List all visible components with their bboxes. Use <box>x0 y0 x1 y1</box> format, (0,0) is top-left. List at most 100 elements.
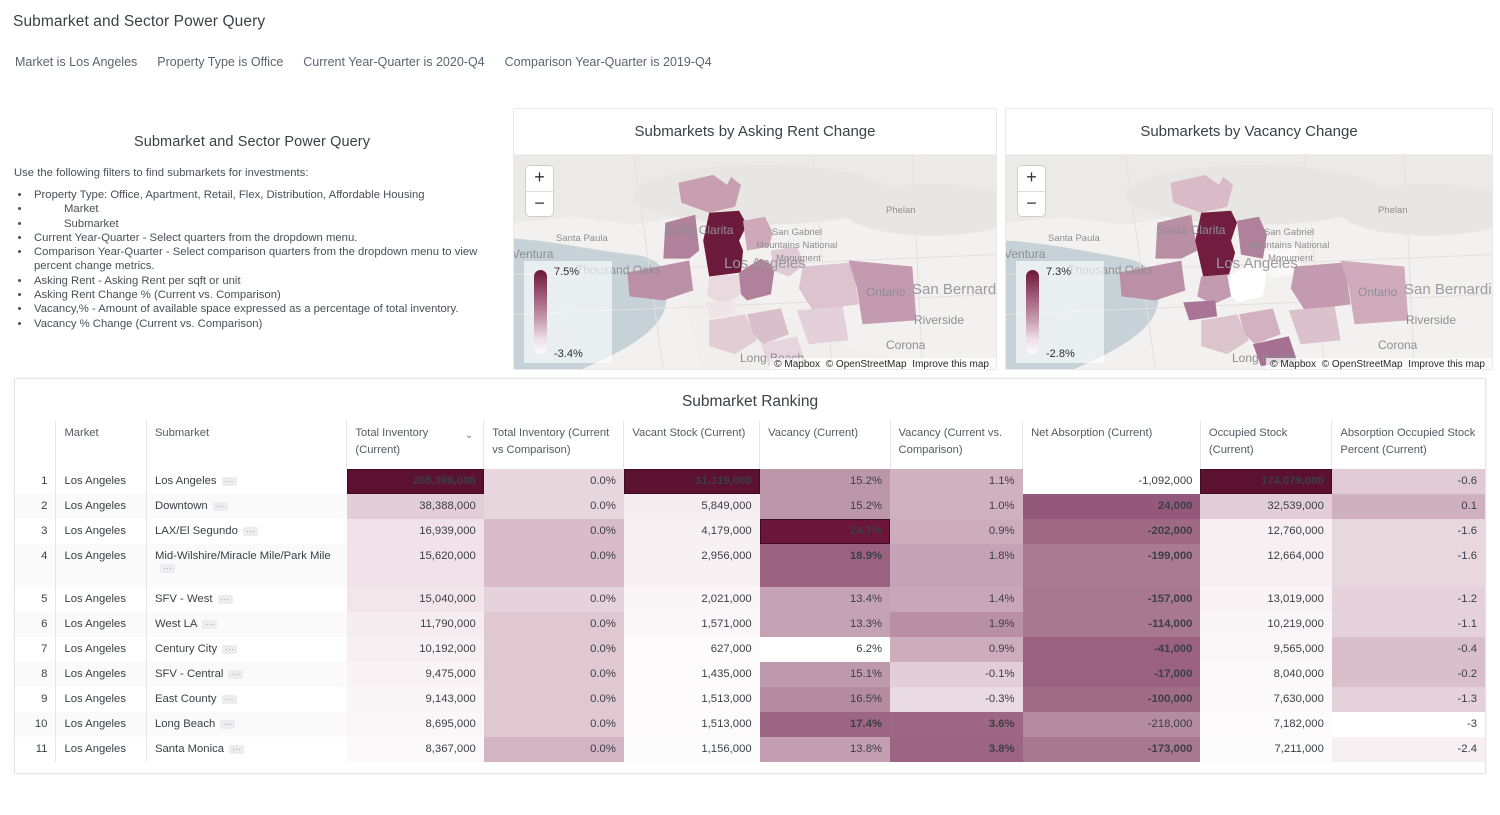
column-header-index <box>15 421 56 469</box>
cell-total-inventory-change: 0.0% <box>483 469 624 494</box>
row-index: 5 <box>41 593 48 605</box>
row-menu-ellipsis-icon[interactable]: ··· <box>222 644 238 654</box>
map-zoom-controls[interactable]: + − <box>526 166 553 216</box>
zoom-out-button[interactable]: − <box>1018 191 1045 216</box>
row-menu-ellipsis-icon[interactable]: ··· <box>228 669 244 679</box>
cell-submarket[interactable]: Long Beach ··· <box>145 712 347 737</box>
list-item: Market <box>31 202 490 216</box>
chevron-down-icon[interactable]: ⌄ <box>465 427 473 444</box>
table-row[interactable]: 1 Los Angeles Los Angeles ··· 205,398,000… <box>15 469 1485 494</box>
cell-occupied-stock-current: 12,760,000 <box>1200 519 1332 544</box>
cell-submarket[interactable]: Los Angeles ··· <box>145 469 347 494</box>
map-canvas[interactable]: Los Angeles Santa Clarita Thousand Oaks … <box>1006 155 1492 369</box>
cell-submarket[interactable]: SFV - Central ··· <box>145 662 347 687</box>
table-row[interactable]: 3 Los Angeles LAX/El Segundo ··· 16,939,0… <box>15 519 1485 544</box>
cell-total-inventory-change: 0.0% <box>483 737 624 762</box>
row-menu-ellipsis-icon[interactable]: ··· <box>229 744 245 754</box>
cell-vacancy-current: 17.4% <box>759 712 891 737</box>
list-item: Property Type: Office, Apartment, Retail… <box>31 188 490 202</box>
table-row[interactable]: 10 Los Angeles Long Beach ··· 8,695,000 0… <box>15 712 1485 737</box>
map-canvas[interactable]: Los Angeles Santa Clarita Thousand Oaks … <box>514 155 996 369</box>
cell-submarket[interactable]: Mid-Wilshire/Miracle Mile/Park Mile··· <box>145 544 347 587</box>
attribution-openstreetmap[interactable]: © OpenStreetMap <box>1322 359 1403 369</box>
cell-total-inventory-current: 9,475,000 <box>346 662 484 687</box>
description-bullet-list: Property Type: Office, Apartment, Retail… <box>14 188 490 331</box>
table-row[interactable]: 8 Los Angeles SFV - Central ··· 9,475,000… <box>15 662 1485 687</box>
map-zoom-controls[interactable]: + − <box>1018 166 1045 216</box>
cell-occupied-stock-current: 7,211,000 <box>1200 737 1332 762</box>
map-attribution[interactable]: © Mapbox © OpenStreetMap Improve this ma… <box>1266 358 1492 369</box>
cell-total-inventory-change: 0.0% <box>483 637 624 662</box>
table-row[interactable]: 6 Los Angeles West LA ··· 11,790,000 0.0%… <box>15 612 1485 637</box>
cell-net-absorption-current: -17,000 <box>1022 662 1201 687</box>
column-header-total-inventory-current[interactable]: Total Inventory (Current) ⌄ <box>346 421 484 469</box>
filter-chip-property-type[interactable]: Property Type is Office <box>155 54 285 70</box>
row-menu-ellipsis-icon[interactable]: ··· <box>217 594 233 604</box>
column-header-vacancy-change[interactable]: Vacancy (Current vs. Comparison) <box>889 421 1023 469</box>
cell-net-absorption-current: -41,000 <box>1022 637 1201 662</box>
column-header-submarket[interactable]: Submarket <box>145 421 347 469</box>
list-item: Comparison Year-Quarter - Select compari… <box>31 245 490 274</box>
cell-net-absorption-current: 24,000 <box>1022 494 1201 519</box>
cell-submarket[interactable]: Santa Monica ··· <box>145 737 347 762</box>
cell-submarket-label: SFV - West <box>154 593 213 605</box>
cell-vacant-stock-current: 1,435,000 <box>623 662 760 687</box>
table-header-row: Market Submarket Total Inventory (Curren… <box>15 421 1485 469</box>
cell-vacancy-current: 15.1% <box>759 662 891 687</box>
filter-chip-market[interactable]: Market is Los Angeles <box>13 54 139 70</box>
row-menu-ellipsis-icon[interactable]: ··· <box>212 501 228 511</box>
table-row[interactable]: 7 Los Angeles Century City ··· 10,192,000… <box>15 637 1485 662</box>
table-row[interactable]: 11 Los Angeles Santa Monica ··· 8,367,000… <box>15 737 1485 762</box>
cell-vacancy-change: -0.3% <box>890 687 1023 712</box>
filter-chip-current-quarter[interactable]: Current Year-Quarter is 2020-Q4 <box>301 54 486 70</box>
cell-submarket[interactable]: West LA ··· <box>145 612 347 637</box>
cell-vacancy-change: 1.0% <box>890 494 1023 519</box>
row-menu-ellipsis-icon[interactable]: ··· <box>220 719 236 729</box>
zoom-in-button[interactable]: + <box>1018 166 1045 191</box>
table-row[interactable]: 2 Los Angeles Downtown ··· 38,388,000 0.0… <box>15 494 1485 519</box>
zoom-in-button[interactable]: + <box>526 166 553 191</box>
legend-max-value: 7.5% <box>554 266 580 278</box>
attribution-improve-map[interactable]: Improve this map <box>1408 359 1485 369</box>
table-row[interactable]: 4 Los Angeles Mid-Wilshire/Miracle Mile/… <box>15 544 1485 587</box>
row-menu-ellipsis-icon[interactable]: ··· <box>221 476 237 486</box>
cell-net-absorption-current: -173,000 <box>1022 737 1201 762</box>
cell-vacancy-change: 1.1% <box>890 469 1023 494</box>
row-menu-ellipsis-icon[interactable]: ··· <box>242 526 258 536</box>
cell-submarket[interactable]: SFV - West ··· <box>145 587 347 612</box>
column-header-total-inventory-change[interactable]: Total Inventory (Current vs Comparison) <box>483 421 624 469</box>
attribution-mapbox[interactable]: © Mapbox <box>774 359 820 369</box>
row-menu-ellipsis-icon[interactable]: ··· <box>221 694 237 704</box>
cell-total-inventory-current: 16,939,000 <box>346 519 484 544</box>
cell-submarket[interactable]: LAX/El Segundo ··· <box>145 519 347 544</box>
row-menu-ellipsis-icon[interactable]: ··· <box>202 619 218 629</box>
cell-market: Los Angeles <box>55 637 147 662</box>
cell-submarket[interactable]: Downtown ··· <box>145 494 347 519</box>
zoom-out-button[interactable]: − <box>526 191 553 216</box>
cell-total-inventory-change: 0.0% <box>483 612 624 637</box>
column-header-market[interactable]: Market <box>55 421 147 469</box>
column-header-occupied-stock-current[interactable]: Occupied Stock (Current) <box>1199 421 1332 469</box>
row-menu-ellipsis-icon[interactable]: ··· <box>159 563 175 573</box>
cell-submarket[interactable]: Century City ··· <box>145 637 347 662</box>
column-header-absorption-occupied-pct[interactable]: Absorption Occupied Stock Percent (Curre… <box>1331 421 1485 469</box>
column-header-net-absorption-current[interactable]: Net Absorption (Current) <box>1022 421 1201 469</box>
attribution-improve-map[interactable]: Improve this map <box>912 359 989 369</box>
map-attribution[interactable]: © Mapbox © OpenStreetMap Improve this ma… <box>770 358 996 369</box>
cell-net-absorption-current: -114,000 <box>1022 612 1201 637</box>
table-row[interactable]: 9 Los Angeles East County ··· 9,143,000 0… <box>15 687 1485 712</box>
cell-occupied-stock-current: 10,219,000 <box>1200 612 1332 637</box>
table-row[interactable]: 5 Los Angeles SFV - West ··· 15,040,000 0… <box>15 587 1485 612</box>
list-item: Asking Rent - Asking Rent per sqft or un… <box>31 274 490 288</box>
cell-total-inventory-current: 11,790,000 <box>346 612 484 637</box>
cell-vacancy-current: 24.7% <box>759 519 891 544</box>
row-index: 1 <box>41 475 48 487</box>
attribution-mapbox[interactable]: © Mapbox <box>1270 359 1316 369</box>
cell-vacant-stock-current: 627,000 <box>623 637 760 662</box>
attribution-openstreetmap[interactable]: © OpenStreetMap <box>826 359 907 369</box>
filter-chip-comparison-quarter[interactable]: Comparison Year-Quarter is 2019-Q4 <box>503 54 714 70</box>
column-header-vacant-stock-current[interactable]: Vacant Stock (Current) <box>623 421 760 469</box>
cell-submarket[interactable]: East County ··· <box>145 687 347 712</box>
cell-absorption-occupied-pct: -0.2 <box>1331 662 1485 687</box>
column-header-vacancy-current[interactable]: Vacancy (Current) <box>759 421 891 469</box>
